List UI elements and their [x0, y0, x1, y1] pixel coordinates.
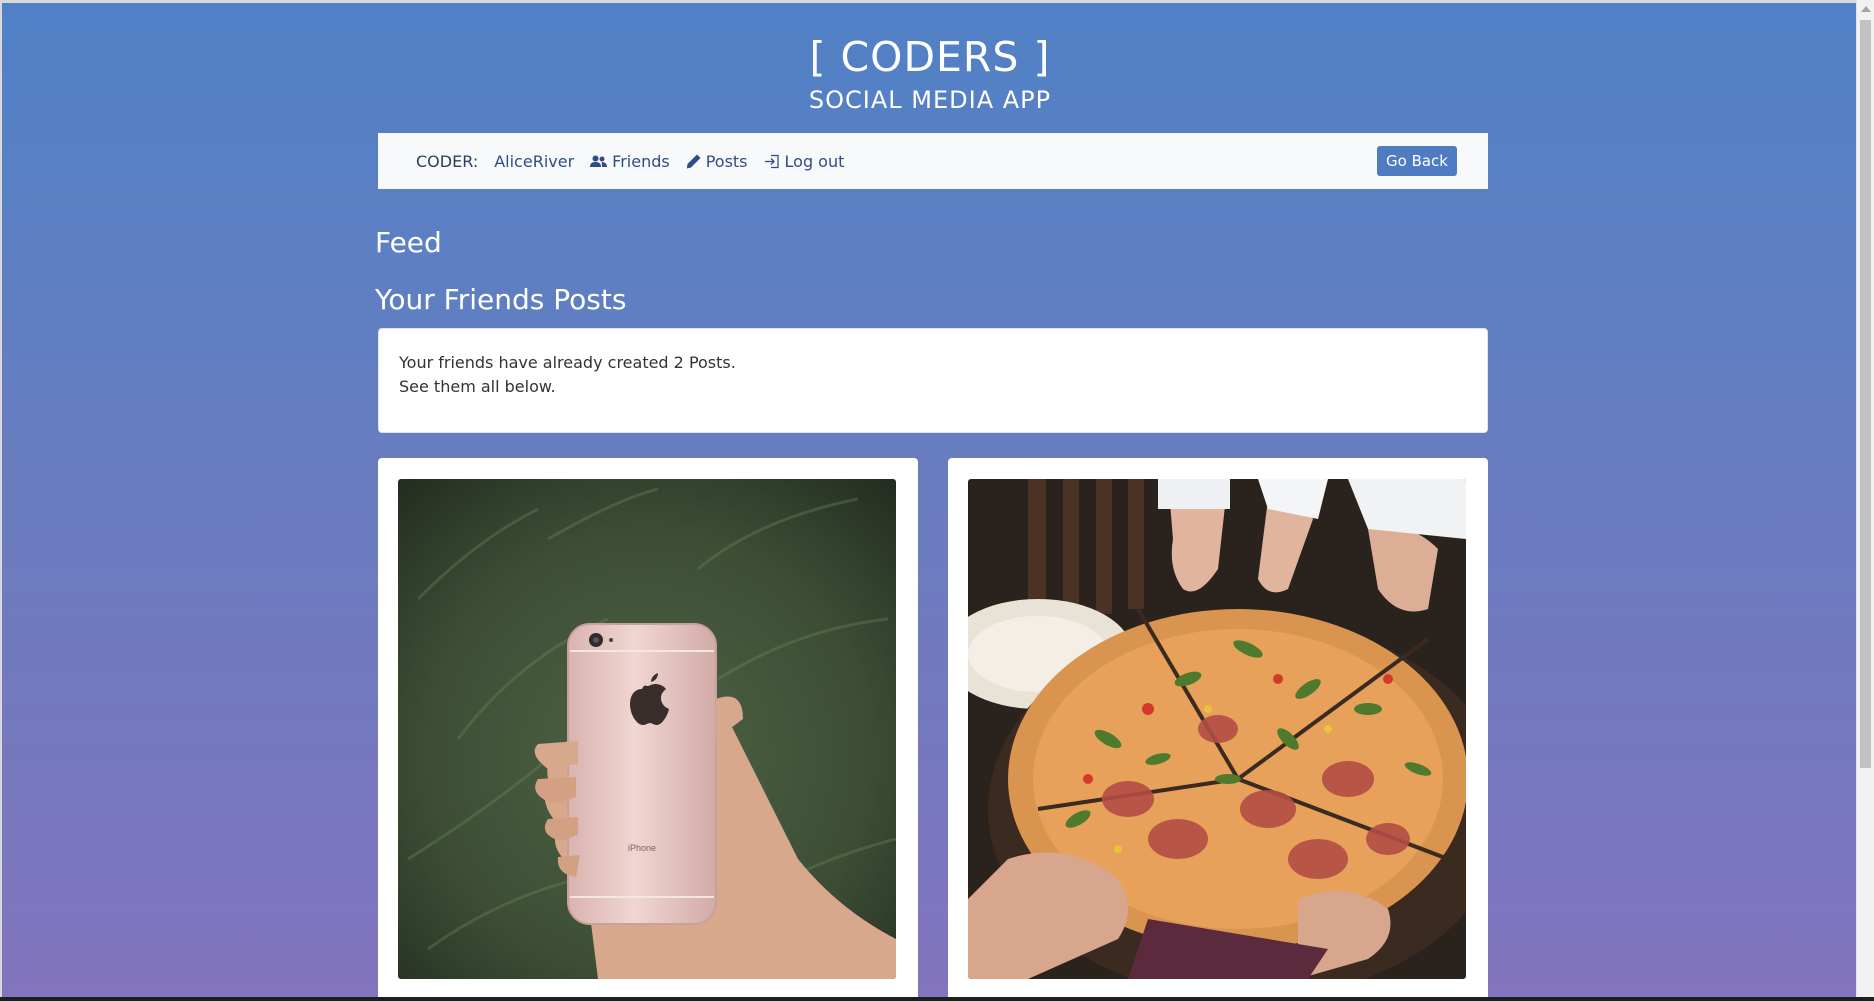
- posts-info-card: Your friends have already created 2 Post…: [378, 328, 1488, 433]
- post-image-phone[interactable]: iPhone: [398, 479, 896, 979]
- pizza-photo: [968, 479, 1466, 979]
- navbar: CODER: AliceRiver Friends Posts Log out: [378, 133, 1488, 189]
- scroll-up-arrow-icon[interactable]: [1861, 6, 1871, 12]
- posts-count-text: Your friends have already created 2 Post…: [399, 353, 736, 372]
- app-viewport: [ CODERS ] SOCIAL MEDIA APP CODER: Alice…: [0, 0, 1856, 997]
- see-all-text: See them all below.: [399, 377, 556, 396]
- friends-posts-heading: Your Friends Posts: [375, 283, 627, 316]
- phone-brand-text: iPhone: [628, 843, 656, 853]
- bottom-edge: [0, 997, 1874, 1001]
- scroll-thumb[interactable]: [1860, 20, 1871, 768]
- friends-icon: [590, 155, 608, 167]
- friends-label: Friends: [612, 151, 670, 171]
- post-card[interactable]: [948, 458, 1488, 997]
- pencil-icon: [686, 154, 701, 168]
- post-card[interactable]: iPhone: [378, 458, 918, 997]
- coder-label: CODER:: [416, 151, 479, 171]
- nav-friends-link[interactable]: Friends: [590, 152, 670, 171]
- go-back-button[interactable]: Go Back: [1377, 146, 1457, 176]
- nav-posts-link[interactable]: Posts: [686, 152, 748, 171]
- app-subtitle: SOCIAL MEDIA APP: [808, 86, 1052, 114]
- posts-label: Posts: [705, 151, 748, 171]
- phone-photo: iPhone: [398, 479, 896, 979]
- vertical-scrollbar[interactable]: [1856, 0, 1874, 997]
- feed-heading: Feed: [375, 226, 442, 259]
- logout-icon: [764, 154, 779, 168]
- username-link[interactable]: AliceRiver: [494, 152, 574, 171]
- username-text: AliceRiver: [494, 151, 575, 171]
- app-title: [ CODERS ]: [809, 33, 1051, 81]
- logout-label: Log out: [784, 151, 845, 171]
- app-header: [ CODERS ] SOCIAL MEDIA APP: [2, 31, 1856, 115]
- post-image-pizza[interactable]: [968, 479, 1466, 979]
- nav-logout-link[interactable]: Log out: [764, 151, 845, 171]
